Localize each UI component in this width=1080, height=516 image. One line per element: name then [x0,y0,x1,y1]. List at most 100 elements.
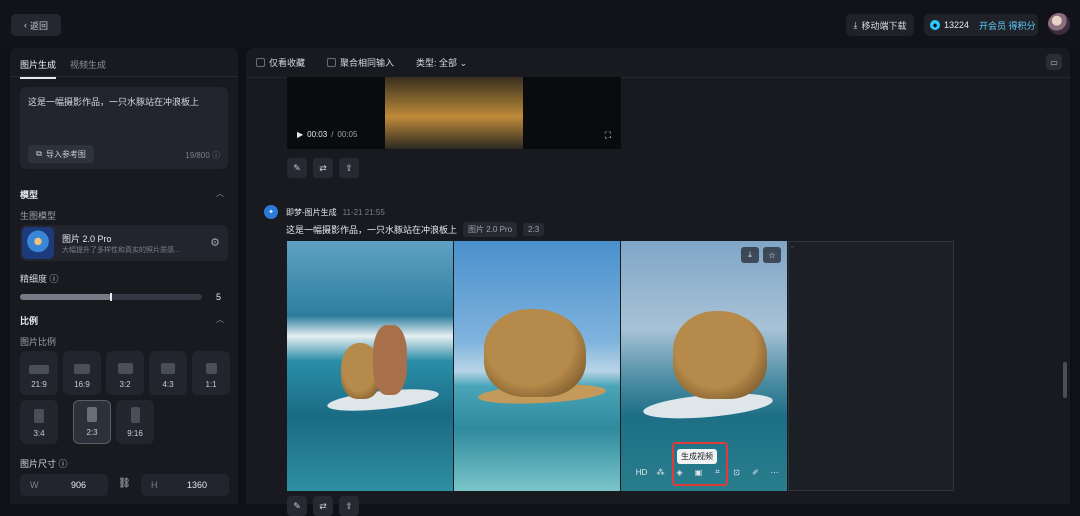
share-icon[interactable]: ⇪ [339,496,359,516]
ratio-shape-icon [74,364,90,374]
prompt-text[interactable]: 这是一幅摄影作品，一只水豚站在冲浪板上 [28,95,199,108]
mobile-download-button[interactable]: ⤓ 移动端下载 [846,14,914,36]
precision-label: 精细度 ⓘ [20,272,59,285]
ratio-label: 16:9 [74,380,90,389]
ratio-shape-icon [205,363,217,374]
broken-image-icon: ▫ [791,244,794,251]
model-section-title: 模型 [20,190,39,200]
link-icon[interactable]: ⛓ [118,478,131,489]
size-label-text: 图片尺寸 [20,459,57,469]
star-icon[interactable]: ☆ [763,247,781,263]
ratio-3-2[interactable]: 3:2 [106,351,144,395]
top-bar: ‹ 返回 ⤓ 移动端下载 ◆ 13224 开会员 得积分 [0,0,1080,48]
magic-wand-icon[interactable]: ⁂ [654,468,667,477]
fav-filter-label: 仅看收藏 [269,58,306,68]
model-selector[interactable]: 图片 2.0 Pro 大幅提升了多样性和真实的照片质感... ⚙ [20,225,228,261]
fullscreen-icon[interactable]: ⛶ [605,130,611,141]
prompt-input[interactable]: 这是一幅摄影作品，一只水豚站在冲浪板上 ⧉ 导入参考图 19/800 ⓘ [20,87,228,169]
chevron-up-icon[interactable]: ︿ [216,188,224,199]
points-badge[interactable]: ◆ 13224 开会员 得积分 [924,14,1038,36]
ratio-shape-icon [117,363,133,374]
ratio-21-9[interactable]: 21:9 [20,351,58,395]
back-button[interactable]: ‹ 返回 [11,14,61,36]
merge-filter-label: 聚合相同输入 [340,58,395,68]
precision-slider[interactable] [20,293,202,301]
type-dropdown[interactable]: 类型: 全部 ⌄ [416,56,467,69]
video-player[interactable]: ▶ 00:03 / 00:05 ⛶ [287,77,621,149]
info-icon: ⓘ [58,459,68,469]
chevron-down-icon: ⌄ [459,58,468,68]
ratio-9-16[interactable]: 9:16 [116,400,154,444]
gen-time: 11-21 21:55 [342,208,385,217]
merge-filter[interactable]: 聚合相同输入 [327,56,394,69]
folder-icon[interactable]: ▭ [1046,54,1062,70]
import-label: 导入参考图 [45,149,86,159]
image-actions: ✎ ⇄ ⇪ [287,496,359,516]
video-actions: ✎ ⇄ ⇪ [287,158,359,178]
height-label: H [151,480,158,490]
gen-prompt[interactable]: 这是一幅摄影作品，一只水豚站在冲浪板上 [286,223,457,236]
model-name: 图片 2.0 Pro [62,234,112,244]
edit-icon[interactable]: ✎ [287,496,307,516]
model-chip: 图片 2.0 Pro [463,222,518,237]
video-current-time: 00:03 [307,130,328,139]
ratio-2-3[interactable]: 2:3 [73,400,111,444]
time-separator: / [331,130,334,139]
image-grid: ⤓ ☆ HD ⁂ ◈ ▣ ⌗ ⊡ ✐ ⋯ 生成视频 ▫ [287,241,957,491]
download-label: 移动端下载 [861,20,907,31]
ratio-chip: 2:3 [523,223,545,236]
scrollbar[interactable] [1063,362,1067,398]
width-input[interactable]: W 906 [20,474,108,496]
chevron-left-icon: ‹ [23,20,27,30]
ratio-16-9[interactable]: 16:9 [63,351,101,395]
precision-slider-handle[interactable] [110,293,112,301]
gen-prompt-row: 这是一幅摄影作品，一只水豚站在冲浪板上 图片 2.0 Pro 2:3 [286,222,545,237]
fav-filter[interactable]: 仅看收藏 [256,56,305,69]
chevron-up-icon[interactable]: ︿ [216,314,224,325]
model-thumbnail [22,227,54,259]
char-count-value: 19/800 [185,151,210,160]
checkbox[interactable] [256,58,265,67]
height-value[interactable]: 1360 [187,480,207,490]
tab-divider [10,76,238,77]
download-icon: ⤓ [853,19,858,30]
width-value[interactable]: 906 [71,480,86,490]
generated-image-1[interactable] [287,241,453,491]
import-reference-button[interactable]: ⧉ 导入参考图 [28,145,94,163]
generated-image-4-placeholder[interactable]: ▫ [788,241,954,491]
generated-image-2[interactable] [454,241,620,491]
vip-link[interactable]: 开会员 得积分 [979,19,1036,32]
capybara [484,309,586,397]
ratio-shape-icon [87,407,97,422]
share-icon[interactable]: ⇪ [339,158,359,178]
settings-sliders-icon[interactable]: ⚙ [210,236,220,249]
width-label: W [30,480,39,490]
checkbox[interactable] [327,58,337,67]
play-icon[interactable]: ▶ [297,130,303,139]
ratio-3-4[interactable]: 3:4 [20,400,58,444]
more-icon[interactable]: ⋯ [768,468,781,477]
generated-image-3[interactable]: ⤓ ☆ HD ⁂ ◈ ▣ ⌗ ⊡ ✐ ⋯ 生成视频 [621,241,787,491]
brush-icon[interactable]: ✐ [749,468,762,477]
expand-icon[interactable]: ⊡ [730,468,743,477]
ratio-label: 2:3 [86,428,98,437]
ratio-label: 4:3 [162,380,174,389]
main-panel: 仅看收藏 聚合相同输入 类型: 全部 ⌄ ▭ ▶ 00:03 / 00:05 ⛶… [246,48,1070,516]
regenerate-icon[interactable]: ⇄ [313,496,333,516]
video-frame [385,77,523,149]
info-icon: ⓘ [49,274,59,284]
edit-icon[interactable]: ✎ [287,158,307,178]
ratio-shape-icon [34,409,44,423]
ratio-1-1[interactable]: 1:1 [192,351,230,395]
jimeng-logo-icon: ✦ [264,205,278,219]
gen-title-row: 即梦-图片生成 11-21 21:55 [286,207,385,218]
capybara [673,311,767,399]
avatar[interactable] [1048,13,1070,35]
ratio-label: 9:16 [127,429,143,438]
download-icon[interactable]: ⤓ [741,247,759,263]
regenerate-icon[interactable]: ⇄ [313,158,333,178]
hd-button[interactable]: HD [635,468,648,477]
height-input[interactable]: H 1360 [141,474,229,496]
ratio-4-3[interactable]: 4:3 [149,351,187,395]
image-overlay-actions: ⤓ ☆ [741,247,781,263]
